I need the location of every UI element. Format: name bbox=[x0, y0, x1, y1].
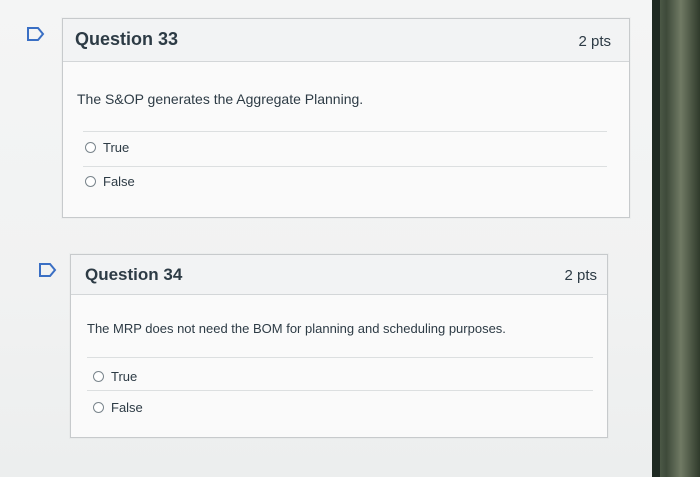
question-header: Question 34 2 pts bbox=[71, 255, 607, 295]
answer-option[interactable]: False bbox=[93, 400, 143, 415]
answer-label: False bbox=[111, 400, 143, 415]
answer-option[interactable]: False bbox=[85, 174, 135, 189]
question-text: The S&OP generates the Aggregate Plannin… bbox=[77, 91, 364, 107]
answer-label: True bbox=[111, 369, 138, 384]
edge-strip bbox=[652, 0, 660, 477]
radio-button[interactable] bbox=[93, 371, 104, 382]
flag-icon[interactable] bbox=[38, 262, 58, 278]
question-header: Question 33 2 pts bbox=[63, 19, 629, 62]
answer-label: True bbox=[103, 140, 130, 155]
window-edge bbox=[652, 0, 700, 477]
answer-option[interactable]: True bbox=[85, 140, 129, 155]
flag-icon[interactable] bbox=[26, 26, 46, 42]
question-title: Question 34 bbox=[85, 265, 183, 284]
answer-divider bbox=[83, 131, 607, 132]
radio-button[interactable] bbox=[85, 176, 96, 187]
answer-divider bbox=[87, 390, 593, 391]
question-points: 2 pts bbox=[564, 267, 597, 284]
question-text: The MRP does not need the BOM for planni… bbox=[87, 321, 506, 336]
quiz-page: Question 33 2 pts The S&OP generates the… bbox=[0, 0, 652, 477]
radio-button[interactable] bbox=[93, 402, 104, 413]
radio-button[interactable] bbox=[85, 142, 96, 153]
question-card: Question 33 2 pts The S&OP generates the… bbox=[62, 18, 630, 218]
question-card: Question 34 2 pts The MRP does not need … bbox=[70, 254, 608, 438]
question-title: Question 33 bbox=[75, 29, 179, 49]
answer-option[interactable]: True bbox=[93, 369, 137, 384]
answer-divider bbox=[87, 357, 593, 358]
answer-label: False bbox=[103, 174, 135, 189]
question-points: 2 pts bbox=[578, 33, 611, 50]
answer-divider bbox=[83, 166, 607, 167]
